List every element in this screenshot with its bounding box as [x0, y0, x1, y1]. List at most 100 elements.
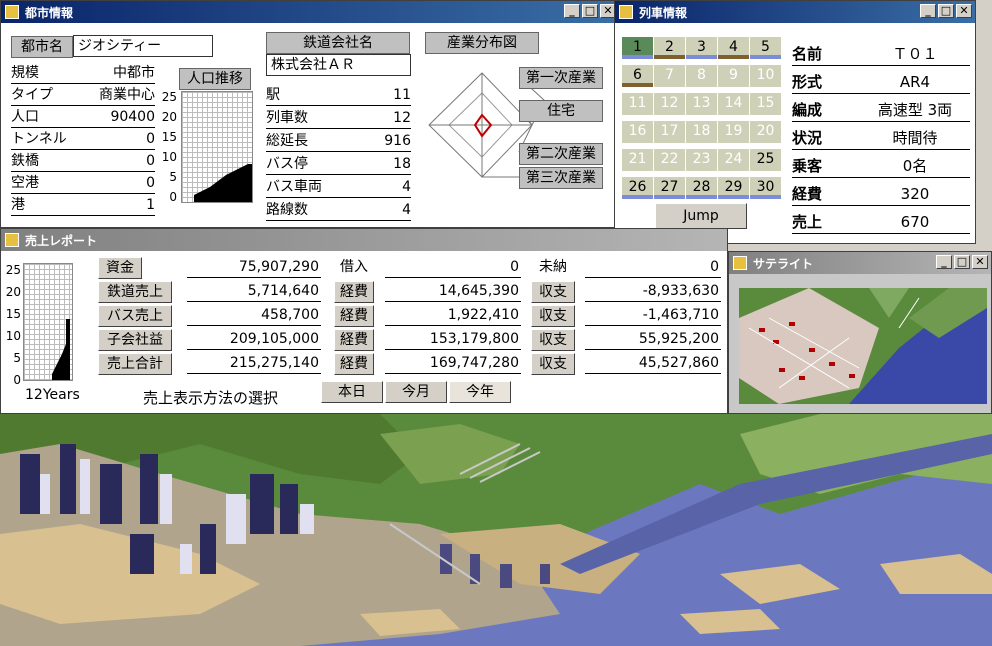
expense-label[interactable]: 経費 [334, 281, 374, 303]
train-cell[interactable]: 28 [686, 177, 717, 199]
train-cell[interactable]: 12 [654, 93, 685, 115]
train-info-label: 売上 [792, 213, 823, 231]
train-cell[interactable]: 2 [654, 37, 685, 59]
city-info-titlebar[interactable]: 都市情報 _ □ ✕ [1, 1, 619, 23]
sales-label[interactable]: 鉄道売上 [98, 281, 172, 303]
train-info-label: 編成 [792, 101, 823, 119]
rail-stat-row: バス停 18 [266, 154, 411, 175]
train-cell[interactable]: 30 [750, 177, 781, 199]
sales-label[interactable]: 売上合計 [98, 353, 172, 375]
rail-stat-label: 駅 [266, 87, 280, 103]
train-cell[interactable]: 11 [622, 93, 653, 115]
city-stat-value: 0 [146, 175, 155, 191]
minimize-button[interactable]: _ [564, 4, 580, 18]
train-cell[interactable]: 10 [750, 65, 781, 87]
expense-value: 153,179,800 [385, 329, 521, 350]
expense-label[interactable]: 経費 [334, 353, 374, 375]
industry-map-label: 産業分布図 [425, 32, 539, 54]
train-cell[interactable]: 25 [750, 149, 781, 171]
train-info-row: 売上 670 [792, 211, 970, 234]
balance-label[interactable]: 収支 [531, 281, 575, 303]
industry-label: 住宅 [519, 100, 603, 122]
sales-chart [23, 263, 73, 381]
train-cell[interactable]: 3 [686, 37, 717, 59]
train-cell[interactable]: 8 [686, 65, 717, 87]
close-button[interactable]: ✕ [956, 4, 972, 18]
minimize-button[interactable]: _ [936, 255, 952, 269]
sales-label[interactable]: 子会社益 [98, 329, 172, 351]
train-cell[interactable]: 19 [718, 121, 749, 143]
expense-value: 1,922,410 [385, 305, 521, 326]
sales-tab[interactable]: 今月 [385, 381, 447, 403]
close-button[interactable]: ✕ [972, 255, 988, 269]
sales-tab[interactable]: 今年 [449, 381, 511, 403]
train-cell[interactable]: 7 [654, 65, 685, 87]
satellite-titlebar[interactable]: サテライト _ □ ✕ [729, 252, 991, 274]
train-cell[interactable]: 4 [718, 37, 749, 59]
rail-stat-value: 4 [402, 202, 411, 218]
train-info-titlebar[interactable]: 列車情報 _ □ ✕ [615, 1, 975, 23]
train-cell[interactable]: 1 [622, 37, 653, 59]
city-stat-label: タイプ [11, 87, 53, 103]
train-cell[interactable]: 20 [750, 121, 781, 143]
train-cell[interactable]: 27 [654, 177, 685, 199]
city-name-field[interactable]: ジオシティー [73, 35, 213, 57]
sales-bars [52, 319, 70, 380]
train-cell[interactable]: 24 [718, 149, 749, 171]
sales-value: 5,714,640 [187, 281, 321, 302]
maximize-button[interactable]: □ [938, 4, 954, 18]
train-cell[interactable]: 23 [686, 149, 717, 171]
train-cell[interactable]: 18 [686, 121, 717, 143]
train-cell[interactable]: 6 [622, 65, 653, 87]
city-stat-row: 空港 0 [11, 173, 155, 194]
city-map-view[interactable] [0, 414, 992, 646]
rail-stat-row: 列車数 12 [266, 108, 411, 129]
sales-label[interactable]: バス売上 [98, 305, 172, 327]
train-cell[interactable]: 15 [750, 93, 781, 115]
expense-label[interactable]: 経費 [334, 305, 374, 327]
train-cell[interactable]: 14 [718, 93, 749, 115]
balance-value: 45,527,860 [585, 353, 721, 374]
sales-method-label: 売上表示方法の選択 [143, 389, 279, 407]
balance-label[interactable]: 収支 [531, 305, 575, 327]
train-cell[interactable]: 16 [622, 121, 653, 143]
train-cell[interactable]: 26 [622, 177, 653, 199]
train-cell[interactable]: 13 [686, 93, 717, 115]
rail-stat-value: 11 [393, 87, 411, 103]
city-stat-label: 人口 [11, 109, 39, 125]
industry-label: 第二次産業 [519, 143, 603, 165]
population-chart [181, 91, 253, 203]
jump-button[interactable]: Jump [655, 203, 747, 229]
axis-tick-label: 25 [161, 90, 177, 104]
city-stat-value: 0 [146, 153, 155, 169]
years-label: 12Years [25, 387, 80, 403]
train-cell[interactable]: 5 [750, 37, 781, 59]
axis-tick-label: 10 [5, 329, 21, 343]
train-info-label: 乗客 [792, 157, 823, 175]
train-cell[interactable]: 29 [718, 177, 749, 199]
train-cell[interactable]: 21 [622, 149, 653, 171]
expense-label: 借入 [340, 259, 368, 275]
sales-value: 458,700 [187, 305, 321, 326]
minimize-button[interactable]: _ [920, 4, 936, 18]
satellite-map[interactable] [739, 288, 987, 404]
city-name-label: 都市名 [11, 36, 73, 58]
sales-tab[interactable]: 本日 [321, 381, 383, 403]
maximize-button[interactable]: □ [582, 4, 598, 18]
axis-tick-label: 0 [169, 190, 177, 204]
expense-label[interactable]: 経費 [334, 329, 374, 351]
train-cell[interactable]: 22 [654, 149, 685, 171]
city-stat-row: 鉄橋 0 [11, 151, 155, 172]
population-chart-title: 人口推移 [179, 68, 251, 90]
balance-label[interactable]: 収支 [531, 353, 575, 375]
city-stat-row: タイプ 商業中心 [11, 85, 155, 106]
train-info-value: 0名 [902, 157, 928, 175]
train-info-value: 高速型 3両 [877, 101, 953, 119]
train-cell[interactable]: 9 [718, 65, 749, 87]
rail-stat-value: 4 [402, 179, 411, 195]
train-cell[interactable]: 17 [654, 121, 685, 143]
balance-label[interactable]: 収支 [531, 329, 575, 351]
maximize-button[interactable]: □ [954, 255, 970, 269]
city-stat-row: トンネル 0 [11, 129, 155, 150]
sales-report-titlebar[interactable]: 売上レポート [1, 229, 727, 251]
